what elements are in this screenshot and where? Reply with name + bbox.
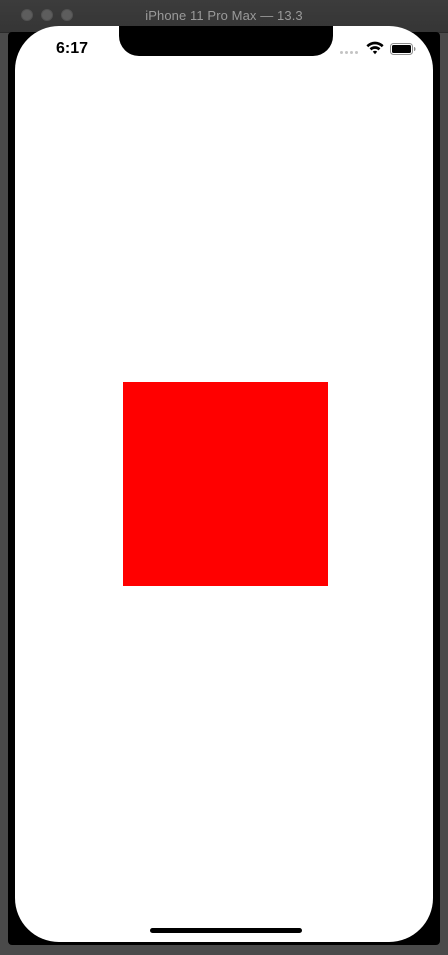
battery-icon <box>390 43 416 55</box>
window-title: iPhone 11 Pro Max — 13.3 <box>145 8 303 23</box>
simulator-window: iPhone 11 Pro Max — 13.3 6:17 <box>0 0 448 955</box>
red-square <box>123 382 328 586</box>
wifi-icon <box>366 41 384 55</box>
home-indicator[interactable] <box>150 928 302 933</box>
device-notch <box>119 26 333 56</box>
status-bar-time: 6:17 <box>56 40 89 57</box>
device-screen[interactable]: 6:17 <box>15 26 433 942</box>
cellular-signal-icon <box>340 51 358 54</box>
